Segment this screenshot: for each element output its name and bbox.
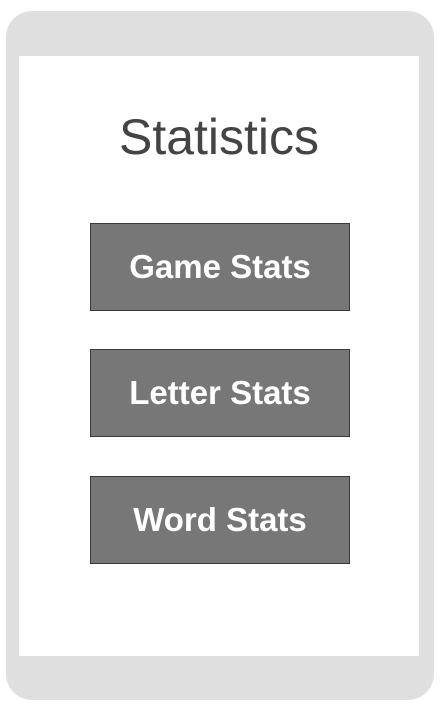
game-stats-button[interactable]: Game Stats — [90, 223, 350, 311]
word-stats-button[interactable]: Word Stats — [90, 476, 350, 564]
app-screen: Statistics Game Stats Letter Stats Word … — [19, 56, 419, 656]
device-frame: Statistics Game Stats Letter Stats Word … — [6, 11, 434, 700]
letter-stats-button[interactable]: Letter Stats — [90, 349, 350, 437]
page-title: Statistics — [118, 109, 320, 165]
